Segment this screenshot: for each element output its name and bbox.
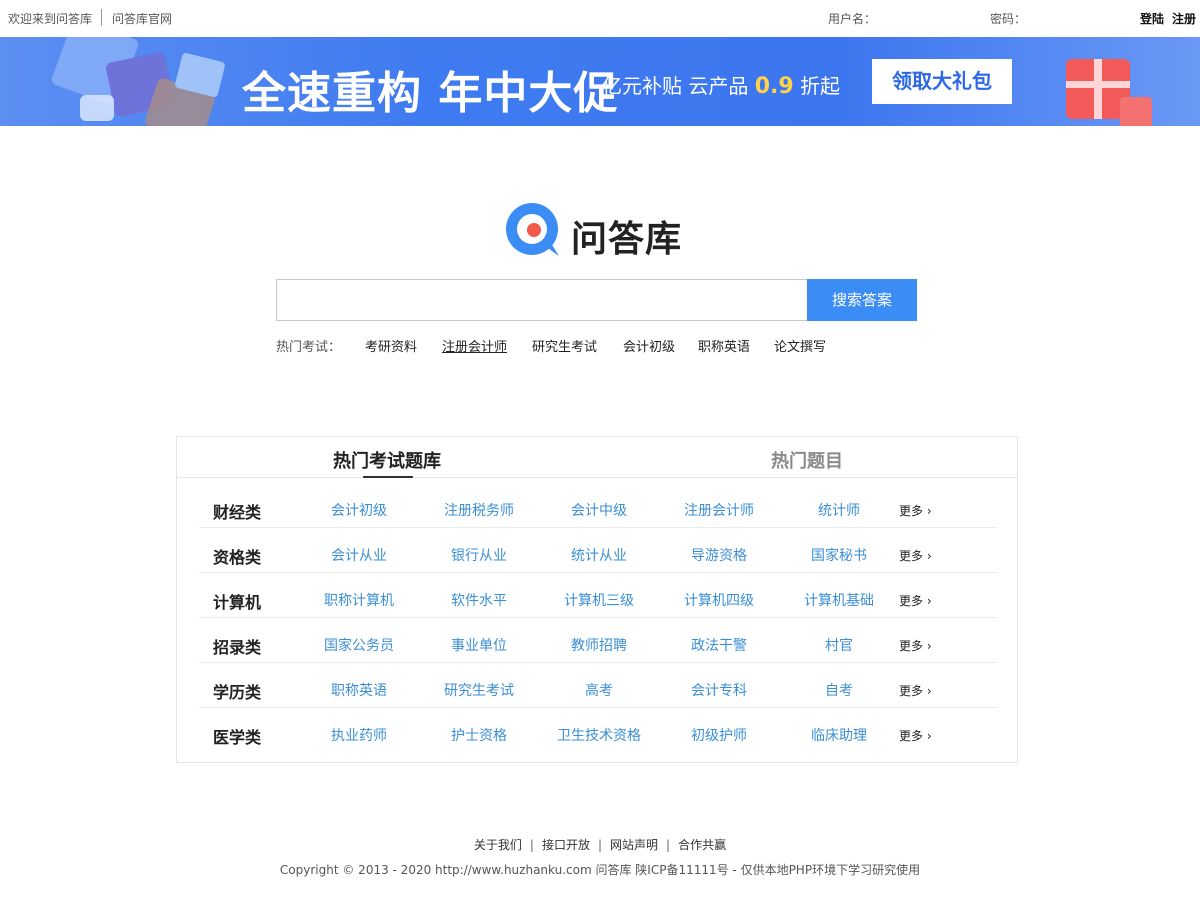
category-row: 计算机 职称计算机 软件水平 计算机三级 计算机四级 计算机基础 更多 ›: [199, 573, 997, 618]
more-link[interactable]: 更多 ›: [899, 547, 932, 564]
category-row: 资格类 会计从业 银行从业 统计从业 导游资格 国家秘书 更多 ›: [199, 528, 997, 573]
search-input[interactable]: [276, 279, 808, 321]
exam-item-link[interactable]: 会计中级: [539, 500, 659, 520]
exam-item-link[interactable]: 国家公务员: [299, 635, 419, 655]
exam-item-link[interactable]: 导游资格: [659, 545, 779, 565]
username-input[interactable]: [876, 6, 980, 28]
banner-sub-prefix: 亿元补贴 云产品: [602, 74, 755, 98]
exam-item-link[interactable]: 软件水平: [419, 590, 539, 610]
banner-discount: 0.9: [754, 74, 794, 99]
exam-item-link[interactable]: 卫生技术资格: [539, 725, 659, 745]
more-link[interactable]: 更多 ›: [899, 682, 932, 699]
exam-item-link[interactable]: 村官: [779, 635, 899, 655]
logo-q-icon: [506, 203, 559, 256]
password-input[interactable]: [1030, 6, 1134, 28]
more-link[interactable]: 更多 ›: [899, 592, 932, 609]
hot-exam-link[interactable]: 论文撰写: [774, 336, 826, 355]
exam-item-link[interactable]: 计算机三级: [539, 590, 659, 610]
exam-item-link[interactable]: 会计从业: [299, 545, 419, 565]
footer-divider: |: [666, 838, 671, 852]
exam-item-link[interactable]: 国家秘书: [779, 545, 899, 565]
gift-box-icon: [1120, 97, 1152, 126]
exam-item-link[interactable]: 事业单位: [419, 635, 539, 655]
category-label: 医学类: [213, 728, 262, 747]
chat-bubble-icon: [80, 95, 114, 121]
hot-exam-link[interactable]: 研究生考试: [532, 336, 597, 355]
exam-item-link[interactable]: 执业药师: [299, 725, 419, 745]
category-label: 学历类: [213, 683, 262, 702]
more-link[interactable]: 更多 ›: [899, 637, 932, 654]
footer-links: 关于我们 | 接口开放 | 网站声明 | 合作共赢: [0, 836, 1200, 853]
footer-link-api[interactable]: 接口开放: [542, 838, 590, 852]
panel-tabs: 热门考试题库 热门题目: [177, 437, 1017, 478]
top-bar: 欢迎来到问答库 问答库官网 用户名： 密码： 登陆 注册: [0, 0, 1200, 36]
tab-hot-questions[interactable]: 热门题目: [771, 447, 843, 473]
hot-exam-link[interactable]: 职称英语: [698, 336, 750, 355]
official-site-link[interactable]: 问答库官网: [112, 10, 172, 27]
category-label: 财经类: [213, 503, 262, 522]
tab-hot-exam-bank[interactable]: 热门考试题库: [333, 447, 441, 473]
exam-item-link[interactable]: 教师招聘: [539, 635, 659, 655]
logo-name: 问答库: [571, 219, 683, 260]
register-link[interactable]: 注册: [1172, 10, 1196, 27]
exam-item-link[interactable]: 临床助理: [779, 725, 899, 745]
footer-link-statement[interactable]: 网站声明: [610, 838, 658, 852]
exam-item-link[interactable]: 计算机基础: [779, 590, 899, 610]
active-tab-indicator: [363, 476, 413, 478]
exam-item-link[interactable]: 初级护师: [659, 725, 779, 745]
category-row: 财经类 会计初级 注册税务师 会计中级 注册会计师 统计师 更多 ›: [199, 483, 997, 528]
exam-item-link[interactable]: 研究生考试: [419, 680, 539, 700]
banner-headline: 全速重构 年中大促: [242, 68, 619, 119]
search-button[interactable]: 搜索答案: [807, 279, 917, 321]
exam-item-link[interactable]: 注册会计师: [659, 500, 779, 520]
exam-item-link[interactable]: 护士资格: [419, 725, 539, 745]
category-row: 招录类 国家公务员 事业单位 教师招聘 政法干警 村官 更多 ›: [199, 618, 997, 663]
exam-item-link[interactable]: 高考: [539, 680, 659, 700]
exam-item-link[interactable]: 职称英语: [299, 680, 419, 700]
footer-divider: |: [529, 838, 534, 852]
banner-subtitle: 亿元补贴 云产品 0.9 折起: [602, 70, 840, 99]
site-logo[interactable]: 问答库: [505, 202, 695, 260]
more-link[interactable]: 更多 ›: [899, 727, 932, 744]
exam-item-link[interactable]: 会计专科: [659, 680, 779, 700]
category-row: 医学类 执业药师 护士资格 卫生技术资格 初级护师 临床助理 更多 ›: [199, 708, 997, 753]
exam-item-link[interactable]: 政法干警: [659, 635, 779, 655]
footer-link-partner[interactable]: 合作共赢: [678, 838, 726, 852]
exam-item-link[interactable]: 自考: [779, 680, 899, 700]
gift-ribbon: [1066, 81, 1130, 88]
footer-divider: |: [597, 838, 603, 852]
hot-exam-link[interactable]: 考研资料: [365, 336, 417, 355]
hot-exams-label: 热门考试：: [276, 340, 342, 355]
banner-cta-button[interactable]: 领取大礼包: [872, 59, 1012, 104]
hot-exam-link[interactable]: 会计初级: [623, 336, 675, 355]
hot-exam-link[interactable]: 注册会计师: [442, 336, 507, 355]
promo-banner[interactable]: 全速重构 年中大促 亿元补贴 云产品 0.9 折起 领取大礼包: [0, 37, 1200, 126]
exam-item-link[interactable]: 职称计算机: [299, 590, 419, 610]
exam-item-link[interactable]: 统计从业: [539, 545, 659, 565]
more-link[interactable]: 更多 ›: [899, 502, 932, 519]
category-row: 学历类 职称英语 研究生考试 高考 会计专科 自考 更多 ›: [199, 663, 997, 708]
exam-item-link[interactable]: 注册税务师: [419, 500, 539, 520]
category-label: 计算机: [213, 593, 262, 612]
footer-link-about[interactable]: 关于我们: [474, 838, 522, 852]
exam-item-link[interactable]: 会计初级: [299, 500, 419, 520]
exam-item-link[interactable]: 计算机四级: [659, 590, 779, 610]
category-label: 资格类: [213, 548, 262, 567]
exam-item-link[interactable]: 银行从业: [419, 545, 539, 565]
login-link[interactable]: 登陆: [1140, 10, 1164, 27]
username-label: 用户名：: [828, 12, 877, 26]
divider: [101, 9, 102, 26]
copyright: Copyright © 2013 - 2020 http://www.huzha…: [279, 863, 921, 877]
category-label: 招录类: [213, 638, 262, 657]
gift-ribbon: [1094, 59, 1102, 119]
exam-panel: 热门考试题库 热门题目 财经类 会计初级 注册税务师 会计中级 注册会计师 统计师 更多 ›…: [176, 436, 1018, 763]
banner-sub-suffix: 折起: [793, 74, 841, 98]
welcome-text: 欢迎来到问答库: [8, 12, 93, 26]
exam-item-link[interactable]: 统计师: [779, 500, 899, 520]
password-label: 密码：: [990, 12, 1027, 26]
